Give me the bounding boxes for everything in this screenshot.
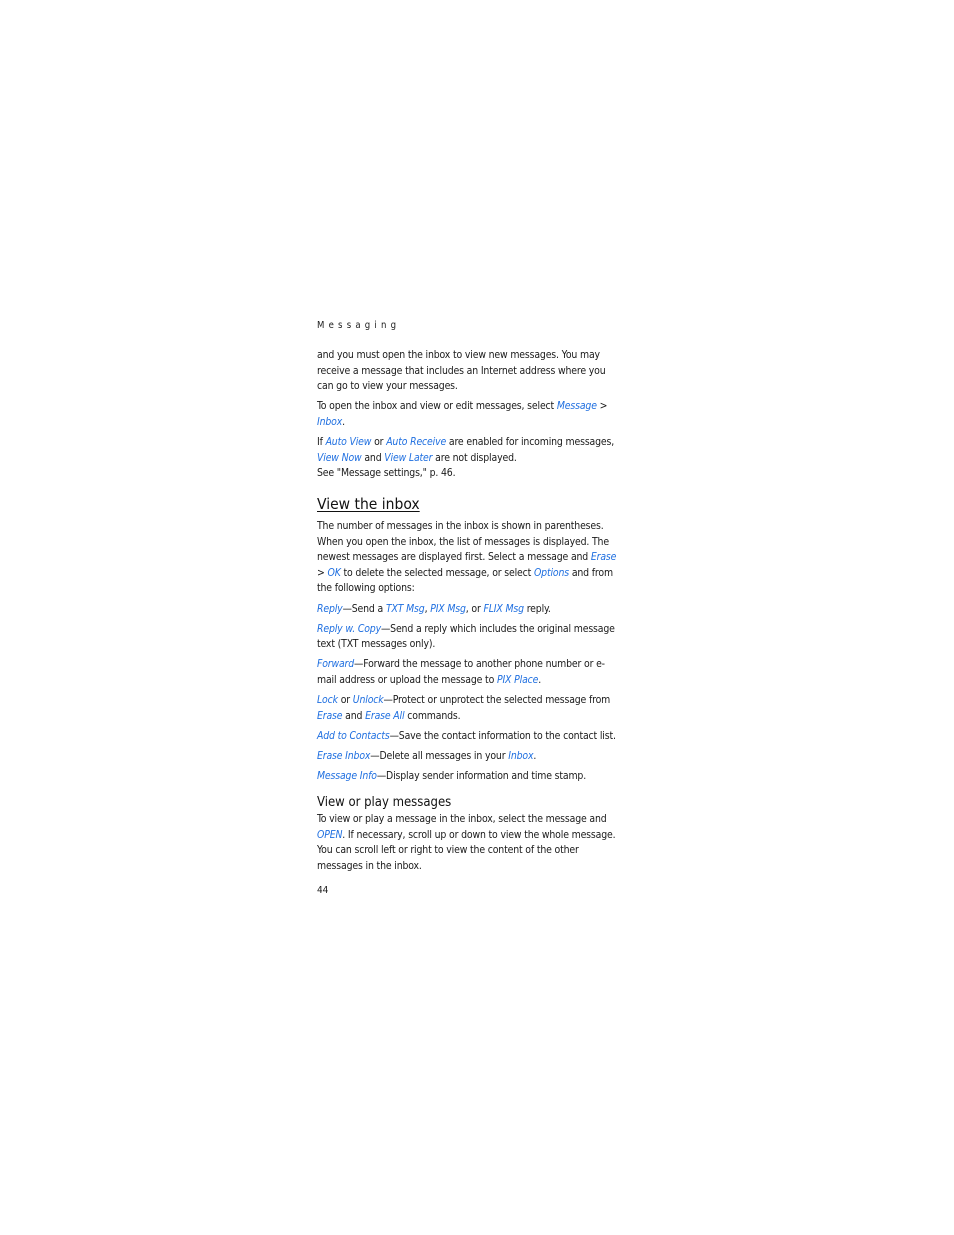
option-forward: Forward—Forward the message to another p… <box>317 657 617 688</box>
text: and <box>361 451 385 464</box>
menu-link-erase: Erase <box>590 551 617 564</box>
option-label-add-contacts: Add to Contacts <box>317 730 390 743</box>
menu-link-pix-msg: PIX Msg <box>430 602 466 615</box>
text: —Forward the message to another phone nu… <box>317 658 605 687</box>
text: The number of messages in the inbox is s… <box>317 519 609 564</box>
text: > <box>596 400 608 413</box>
menu-link-open: OPEN <box>317 828 343 841</box>
text: If <box>317 436 326 449</box>
text: . <box>533 750 537 763</box>
text: . <box>342 415 345 428</box>
menu-link-options: Options <box>533 566 569 579</box>
menu-link-flix-msg: FLIX Msg <box>483 602 525 615</box>
section-heading-view-play: View or play messages <box>317 795 452 810</box>
text: , or <box>465 602 484 615</box>
cross-reference: See "Message settings," p. 46. <box>317 467 456 480</box>
text: and <box>342 709 366 722</box>
option-erase-inbox: Erase Inbox—Delete all messages in your … <box>317 749 617 765</box>
menu-link-inbox: Inbox <box>508 750 534 763</box>
text: —Delete all messages in your <box>370 750 509 763</box>
text: To view or play a message in the inbox, … <box>317 813 607 825</box>
option-label-erase-inbox: Erase Inbox <box>317 750 371 763</box>
menu-link-erase: Erase <box>317 709 343 722</box>
option-message-info: Message Info—Display sender information … <box>317 769 617 785</box>
text: —Protect or unprotect the selected messa… <box>383 694 611 707</box>
menu-link-inbox: Inbox <box>317 415 343 428</box>
option-label-forward: Forward <box>317 658 355 671</box>
menu-link-auto-view: Auto View <box>325 436 372 449</box>
option-label-message-info: Message Info <box>317 770 377 783</box>
menu-link-ok: OK <box>327 566 341 579</box>
text: reply. <box>523 602 551 615</box>
text: or <box>337 694 353 707</box>
text: —Save the contact information to the con… <box>389 730 616 743</box>
menu-link-erase-all: Erase All <box>365 709 405 722</box>
option-reply-copy: Reply w. Copy—Send a reply which include… <box>317 622 617 653</box>
page-number: 44 <box>317 885 329 897</box>
menu-link-txt-msg: TXT Msg <box>385 602 425 615</box>
text: To open the inbox and view or edit messa… <box>317 400 557 413</box>
text: > <box>317 566 328 579</box>
running-head: Messaging <box>317 320 401 331</box>
option-reply: Reply—Send a TXT Msg, PIX Msg, or FLIX M… <box>317 602 617 618</box>
menu-link-view-now: View Now <box>317 451 362 464</box>
manual-page: Messaging and you must open the inbox to… <box>317 318 617 899</box>
text: . <box>538 674 542 687</box>
text: to delete the selected message, or selec… <box>340 566 534 579</box>
text: commands. <box>404 709 461 722</box>
play-paragraph: To view or play a message in the inbox, … <box>317 812 617 874</box>
text: or <box>371 436 387 449</box>
section-heading-view-inbox: View the inbox <box>317 494 420 513</box>
intro-paragraph-3: If Auto View or Auto Receive are enabled… <box>317 435 617 482</box>
text: . If necessary, scroll up or down to vie… <box>317 828 616 872</box>
menu-link-auto-receive: Auto Receive <box>386 436 447 449</box>
option-label-reply: Reply <box>317 602 343 615</box>
intro-paragraph-2: To open the inbox and view or edit messa… <box>317 399 617 430</box>
option-label-reply-copy: Reply w. Copy <box>317 622 381 635</box>
option-add-contacts: Add to Contacts—Save the contact informa… <box>317 729 617 745</box>
menu-link-message: Message <box>556 400 597 413</box>
text: are not displayed. <box>432 451 517 464</box>
option-label-unlock: Unlock <box>352 694 384 707</box>
menu-link-view-later: View Later <box>384 451 433 464</box>
inbox-paragraph: The number of messages in the inbox is s… <box>317 519 617 597</box>
intro-paragraph-1: and you must open the inbox to view new … <box>317 349 606 393</box>
text: —Display sender information and time sta… <box>376 770 587 783</box>
option-lock: Lock or Unlock—Protect or unprotect the … <box>317 693 617 724</box>
menu-link-pix-place: PIX Place <box>496 674 539 687</box>
text: —Send a <box>342 602 386 615</box>
text: are enabled for incoming messages, <box>446 436 615 449</box>
option-label-lock: Lock <box>317 694 338 707</box>
